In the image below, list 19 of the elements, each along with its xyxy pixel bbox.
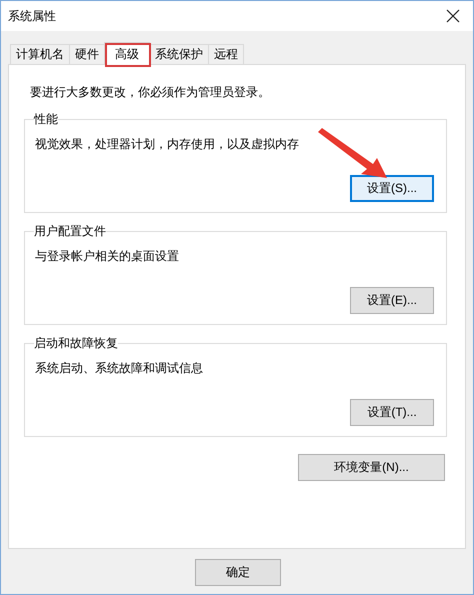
settings-button[interactable]: 设置(S)... — [350, 175, 434, 202]
group-title: 启动和故障恢复 — [34, 335, 118, 352]
group-title: 用户配置文件 — [34, 223, 106, 240]
settings-button[interactable]: 设置(T)... — [350, 399, 434, 426]
environment-variables-button[interactable]: 环境变量(N)... — [298, 454, 445, 481]
window-title: 系统属性 — [8, 8, 56, 24]
group-description: 系统启动、系统故障和调试信息 — [35, 360, 204, 377]
tab[interactable]: 高级 — [104, 42, 150, 65]
close-icon — [446, 9, 460, 23]
tab[interactable]: 计算机名 — [10, 44, 70, 64]
highlight-box — [105, 43, 151, 67]
notice-text: 要进行大多数更改，你必须作为管理员登录。 — [30, 84, 271, 101]
group-description: 与登录帐户相关的桌面设置 — [35, 248, 180, 265]
ok-button[interactable]: 确定 — [195, 559, 281, 586]
group-description: 视觉效果，处理器计划，内存使用，以及虚拟内存 — [35, 136, 300, 153]
tab[interactable]: 远程 — [208, 44, 244, 64]
group-title: 性能 — [34, 111, 58, 128]
arrow — [318, 128, 387, 178]
settings-button[interactable]: 设置(E)... — [350, 287, 434, 314]
